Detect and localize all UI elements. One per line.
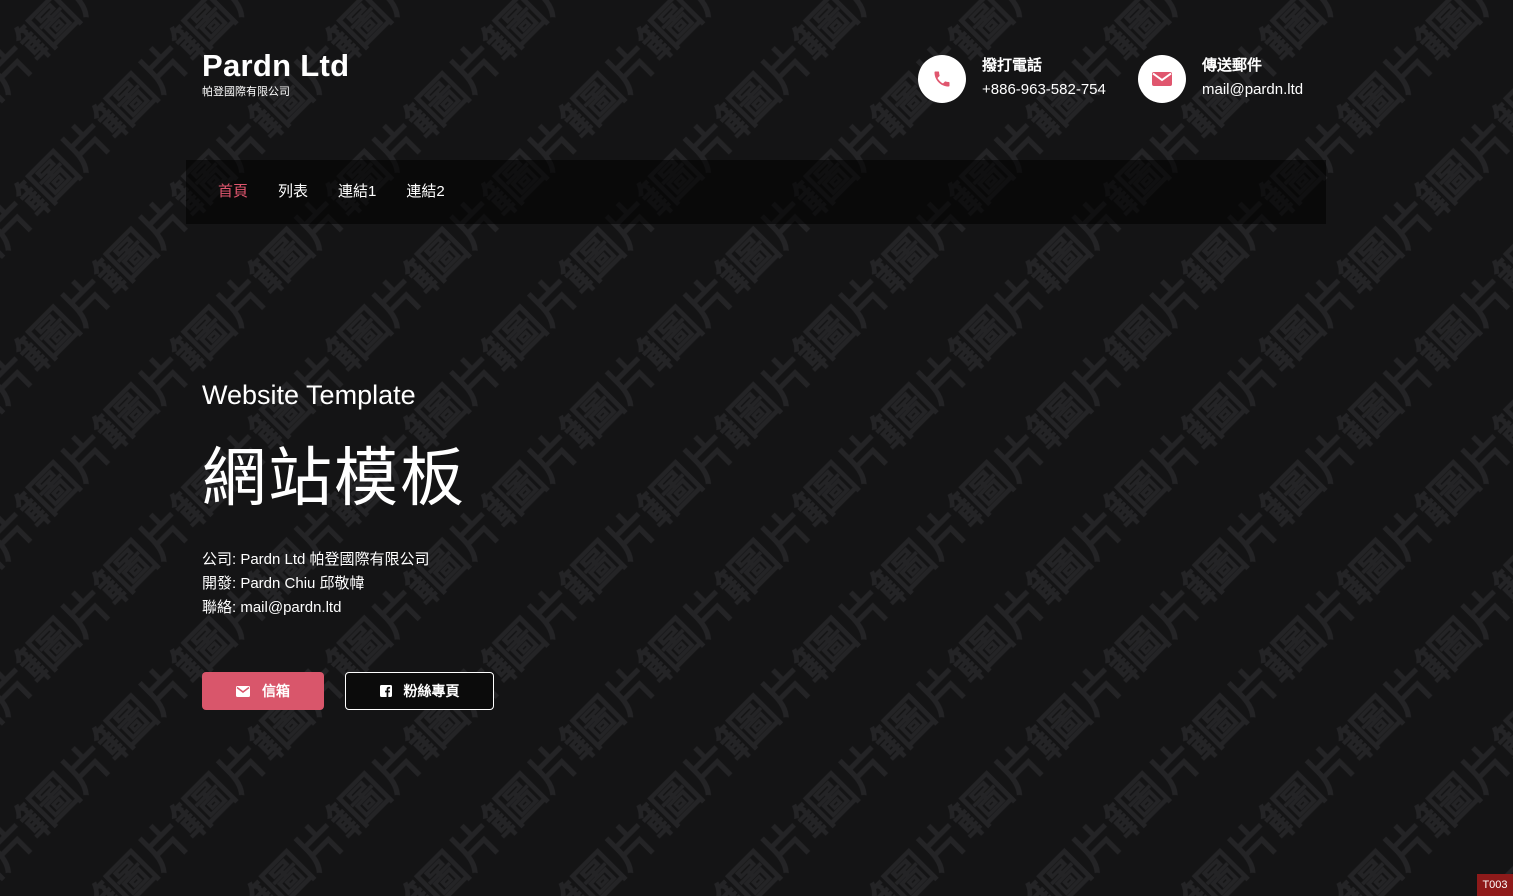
hero-buttons: 信箱 粉絲專頁 <box>202 672 494 710</box>
envelope-icon <box>1138 55 1186 103</box>
hero-subtitle: Website Template <box>202 380 416 410</box>
hero-info: 公司: Pardn Ltd 帕登國際有限公司 開發: Pardn Chiu 邱敬… <box>202 548 494 620</box>
envelope-icon <box>236 685 250 697</box>
nav-item-link2[interactable]: 連結2 <box>391 182 459 202</box>
brand[interactable]: Pardn Ltd 帕登國際有限公司 <box>202 48 349 99</box>
page: 圖片範例 Pardn Ltd 帕登國際有限公司 撥打電話 +886-963-58… <box>0 0 1513 896</box>
nav-item-link1[interactable]: 連結1 <box>323 182 391 202</box>
hero-title: 網站模板 <box>202 442 466 514</box>
mail-button[interactable]: 信箱 <box>202 672 324 710</box>
fanpage-button-label: 粉絲專頁 <box>403 683 460 699</box>
brand-name: Pardn Ltd <box>202 48 350 83</box>
phone-contact[interactable]: 撥打電話 +886-963-582-754 <box>918 55 1106 103</box>
phone-number: +886-963-582-754 <box>982 80 1106 98</box>
nav-item-list[interactable]: 列表 <box>263 182 323 202</box>
facebook-icon <box>379 685 392 697</box>
header: Pardn Ltd 帕登國際有限公司 撥打電話 +886-963-582-754 <box>0 0 1513 150</box>
hero: Website Template 網站模板 公司: Pardn Ltd 帕登國際… <box>202 378 494 710</box>
info-company: 公司: Pardn Ltd 帕登國際有限公司 <box>202 551 430 568</box>
corner-tag: T003 <box>1477 874 1513 896</box>
info-developer: 開發: Pardn Chiu 邱敬幃 <box>202 575 365 592</box>
phone-title: 撥打電話 <box>982 56 1043 74</box>
info-contact: 聯絡: mail@pardn.ltd <box>202 599 342 616</box>
fanpage-button[interactable]: 粉絲專頁 <box>345 672 494 710</box>
brand-subtitle: 帕登國際有限公司 <box>202 86 290 98</box>
mail-button-label: 信箱 <box>262 683 290 699</box>
phone-icon <box>918 55 966 103</box>
mail-title: 傳送郵件 <box>1202 56 1263 74</box>
navbar: 首頁 列表 連結1 連結2 <box>186 160 1326 224</box>
mail-address: mail@pardn.ltd <box>1202 80 1304 98</box>
nav-item-home[interactable]: 首頁 <box>203 182 263 202</box>
mail-contact[interactable]: 傳送郵件 mail@pardn.ltd <box>1138 55 1303 103</box>
